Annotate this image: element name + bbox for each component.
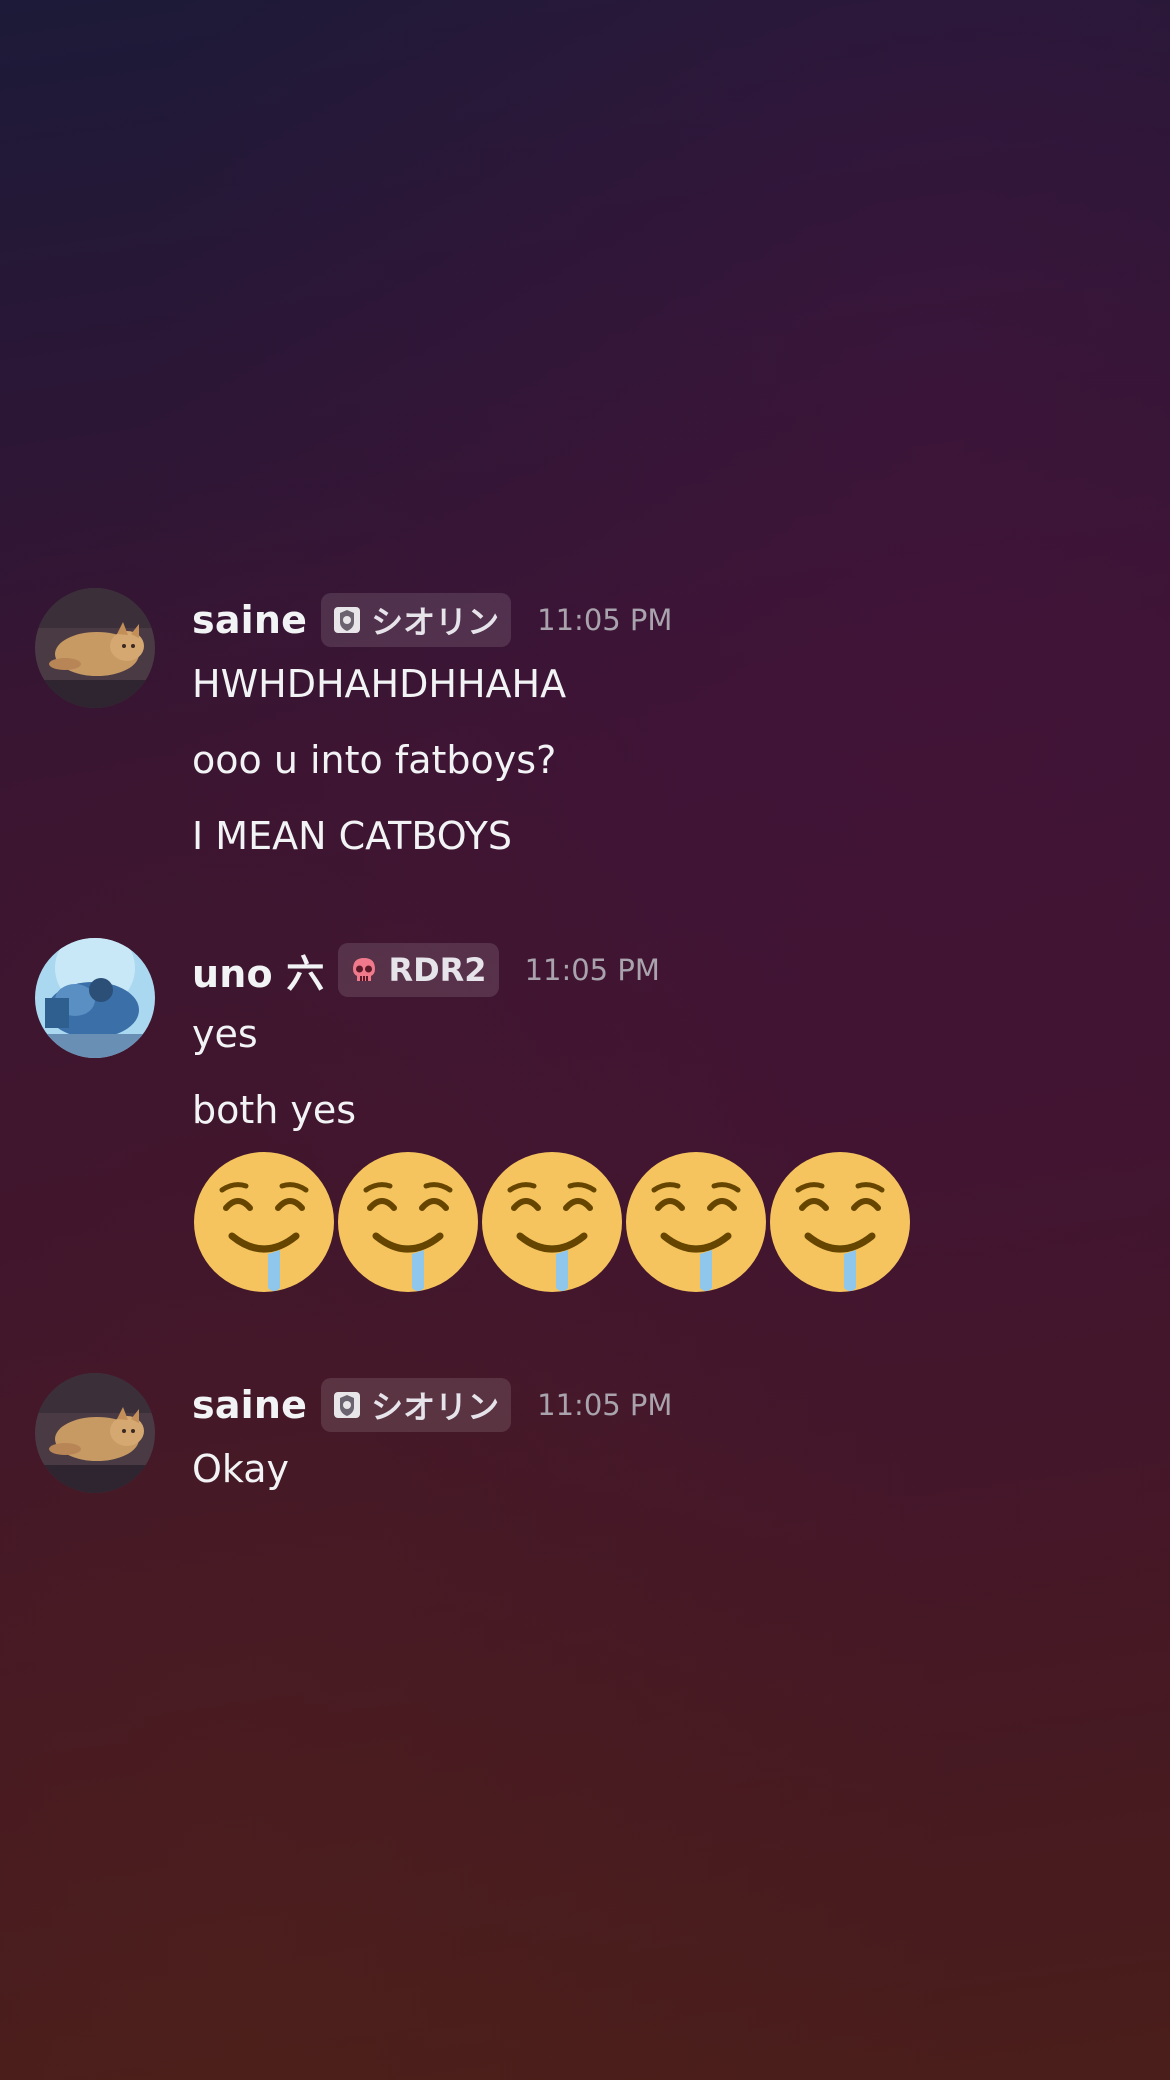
timestamp: 11:05 PM xyxy=(537,1388,673,1422)
crest-icon xyxy=(334,607,361,633)
timestamp: 11:05 PM xyxy=(537,603,673,637)
message-header: uno 六 RDR2 11:05 PM xyxy=(192,938,660,1002)
tag-text: RDR2 xyxy=(388,951,487,989)
drooling-face-emoji-icon[interactable] xyxy=(768,1150,912,1294)
server-tag[interactable]: シオリン xyxy=(321,1378,512,1432)
username[interactable]: saine xyxy=(192,1383,307,1427)
message-header: saine シオリン 11:05 PM xyxy=(192,1373,672,1437)
username[interactable]: uno 六 xyxy=(192,943,324,998)
message-line: I MEAN CATBOYS xyxy=(192,814,512,858)
cat-avatar-icon xyxy=(35,1373,155,1493)
drooling-face-emoji-icon[interactable] xyxy=(336,1150,480,1294)
cat-avatar-icon xyxy=(35,588,155,708)
skull-icon xyxy=(353,958,376,981)
username[interactable]: saine xyxy=(192,598,307,642)
drooling-face-emoji-icon[interactable] xyxy=(624,1150,768,1294)
emoji-row xyxy=(192,1150,912,1294)
tag-text: シオリン xyxy=(371,1388,500,1426)
character-avatar-icon xyxy=(35,938,155,1058)
avatar[interactable] xyxy=(35,588,155,708)
timestamp: 11:05 PM xyxy=(524,953,660,987)
message-line: HWHDHAHDHHAHA xyxy=(192,662,567,706)
message-header: saine シオリン 11:05 PM xyxy=(192,588,672,652)
crest-icon xyxy=(334,1392,361,1418)
message-line: Okay xyxy=(192,1447,290,1491)
message-content: Okay xyxy=(192,1431,289,1507)
message-line: ooo u into fatboys? xyxy=(192,738,557,782)
message-content: HWHDHAHDHHAHA ooo u into fatboys? I MEAN… xyxy=(192,646,566,874)
avatar[interactable] xyxy=(35,1373,155,1493)
drooling-face-emoji-icon[interactable] xyxy=(480,1150,624,1294)
message-line: both yes xyxy=(192,1088,357,1132)
message-content: yes both yes xyxy=(192,996,912,1294)
avatar[interactable] xyxy=(35,938,155,1058)
message-line: yes xyxy=(192,1012,258,1056)
server-tag[interactable]: RDR2 xyxy=(338,943,499,997)
server-tag[interactable]: シオリン xyxy=(321,593,512,647)
tag-text: シオリン xyxy=(371,603,500,641)
drooling-face-emoji-icon[interactable] xyxy=(192,1150,336,1294)
